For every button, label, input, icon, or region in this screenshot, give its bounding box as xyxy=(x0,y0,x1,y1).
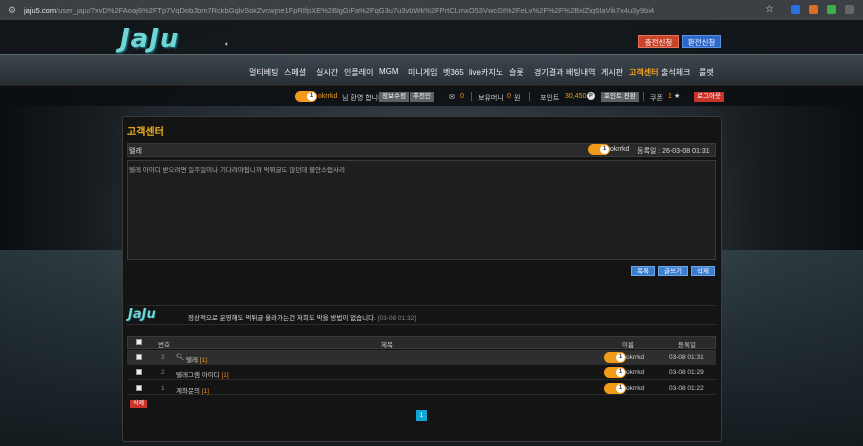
row-date: 03-08 01:31 xyxy=(669,354,704,361)
nav-item-live[interactable]: 실시간 xyxy=(316,67,338,78)
row-date: 03-08 01:22 xyxy=(669,385,704,392)
delete-selected-button[interactable]: 삭제 xyxy=(130,400,147,408)
url-field[interactable]: jaju5.com/user_jaju/?xvD%2FAoaj6%2FTp7Vq… xyxy=(24,6,764,15)
comment-admin-logo: JaJu xyxy=(128,307,156,322)
star-icon: ★ xyxy=(674,93,681,100)
post-text: 텔레 아이디 받으려면 일주일이나 기다려야됩니까 먹튀글도 많던데 불안스럽사… xyxy=(129,167,345,174)
author-level-badge: 1 xyxy=(588,144,610,155)
row-subject[interactable]: 계좌문의 [1] xyxy=(176,385,209,395)
divider xyxy=(643,92,644,101)
nav-item-roulette[interactable]: 룰렛 xyxy=(699,67,714,78)
browser-address-bar: ⚙ jaju5.com/user_jaju/?xvD%2FAoaj6%2FTp7… xyxy=(0,0,863,20)
col-name: 이름 xyxy=(622,342,634,349)
row-date: 03-08 01:29 xyxy=(669,369,704,376)
post-date: 등록일 : 26-03-08 01:31 xyxy=(637,148,710,155)
list-button[interactable]: 목록 xyxy=(631,266,655,276)
row-subject[interactable]: 텔레그램 아이디 [1] xyxy=(176,369,229,379)
nav-item-results[interactable]: 경기결과 xyxy=(534,67,563,78)
comment-count: [1] xyxy=(221,372,229,379)
balance-unit: 원 xyxy=(514,95,521,102)
post-author: okrrkd xyxy=(610,146,630,153)
comment-count: [1] xyxy=(201,388,209,395)
nav-item-special[interactable]: 스페셜 xyxy=(284,67,306,78)
divider xyxy=(529,92,530,101)
nav-item-minigame[interactable]: 미니게임 xyxy=(408,67,437,78)
extension-icon[interactable] xyxy=(809,5,818,14)
row-name: okrrkd xyxy=(626,385,645,392)
message-count: 0 xyxy=(460,93,464,100)
logout-button[interactable]: 로그아웃 xyxy=(694,92,724,102)
nav-item-inplay[interactable]: 인플레이 xyxy=(344,67,373,78)
row-num: 3 xyxy=(161,354,165,361)
nav-item-mgm[interactable]: MGM xyxy=(379,67,399,76)
row-level-badge: 1 xyxy=(604,367,626,378)
nav-item-attendance[interactable]: 출석체크 xyxy=(661,67,690,78)
message-icon[interactable]: ✉ xyxy=(449,93,455,101)
points-label: 포인트 xyxy=(540,95,560,102)
points-icon: P xyxy=(587,92,595,100)
speaker-icon[interactable]: 🔈︎ xyxy=(225,41,229,49)
deposit-request-button[interactable]: 충전신청 xyxy=(638,35,679,48)
coupon-count: 1 xyxy=(668,93,672,100)
extension-icon[interactable] xyxy=(791,5,800,14)
divider xyxy=(471,92,472,101)
nav-item-multibet[interactable]: 멀티베팅 xyxy=(249,67,278,78)
delete-post-button[interactable]: 삭제 xyxy=(691,266,715,276)
row-checkbox[interactable] xyxy=(136,354,142,360)
points-convert-button[interactable]: 포인트 전환 xyxy=(601,92,639,102)
withdraw-request-button[interactable]: 환전신청 xyxy=(682,35,721,48)
pagination-page[interactable]: 1 xyxy=(416,410,427,421)
row-name: okrrkd xyxy=(626,354,645,361)
balance-value: 0 xyxy=(507,93,511,100)
nav-item-live-casino[interactable]: live카지노 xyxy=(469,67,503,78)
col-num: 번호 xyxy=(158,342,170,349)
row-subject[interactable]: 텔레 [1] xyxy=(186,354,207,364)
nav-item-bet365[interactable]: 벳365 xyxy=(443,67,464,78)
col-date: 등록일 xyxy=(678,342,696,349)
extension-icon[interactable] xyxy=(827,5,836,14)
extensions-puzzle-icon[interactable] xyxy=(845,5,854,14)
write-button[interactable]: 글쓰기 xyxy=(658,266,688,276)
recommender-button[interactable]: 추천인 xyxy=(410,92,434,102)
page-title: 고객센터 xyxy=(127,127,164,138)
row-name: okrrkd xyxy=(626,369,645,376)
search-icon: 🔍︎ xyxy=(176,354,185,361)
col-subject: 제목 xyxy=(381,342,393,349)
edit-info-button[interactable]: 정보수정 xyxy=(379,92,409,102)
nav-item-slot[interactable]: 슬롯 xyxy=(509,67,524,78)
bookmark-star-icon[interactable]: ☆ xyxy=(765,4,774,15)
post-body xyxy=(127,160,716,260)
coupon-label: 쿠폰 xyxy=(650,95,663,102)
site-info-icon[interactable]: ⚙ xyxy=(6,4,18,16)
balance-label: 보유머니 xyxy=(478,95,504,102)
comment-date: [03-08 01:32] xyxy=(377,315,416,322)
nav-item-board[interactable]: 게시판 xyxy=(601,67,623,78)
post-subject: 텔레 xyxy=(129,148,142,155)
username: okrrkd xyxy=(318,93,338,100)
comment-count: [1] xyxy=(199,357,208,364)
row-checkbox[interactable] xyxy=(136,385,142,391)
nav-item-support[interactable]: 고객센터 xyxy=(629,67,658,78)
select-all-checkbox[interactable] xyxy=(136,339,142,345)
row-num: 2 xyxy=(161,369,165,376)
nav-item-bet-history[interactable]: 배팅내역 xyxy=(566,67,595,78)
site-logo[interactable]: JaJu xyxy=(120,24,179,54)
level-badge: 1 xyxy=(295,91,317,102)
main-nav: 멀티베팅 스페셜 실시간 인플레이 MGM 미니게임 벳365 live카지노 … xyxy=(0,54,863,86)
row-level-badge: 1 xyxy=(604,352,626,363)
row-level-badge: 1 xyxy=(604,383,626,394)
comment-text: 정상적으로 운영해도 먹튀글 올라가는건 저희도 막을 방법이 없습니다. [0… xyxy=(188,315,416,322)
row-checkbox[interactable] xyxy=(136,369,142,375)
points-value: 30,450 xyxy=(565,93,587,100)
row-num: 1 xyxy=(161,385,165,392)
